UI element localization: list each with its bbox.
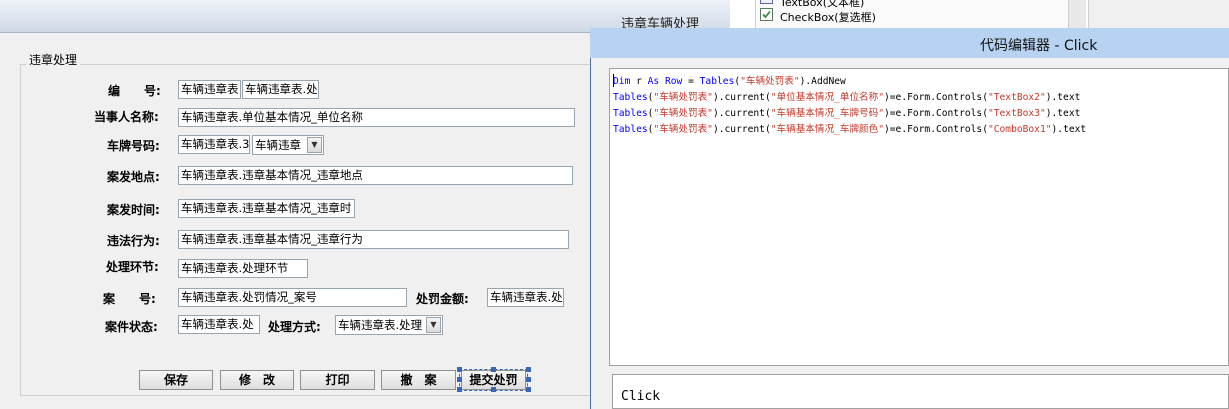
code-token: )=e.Form.Controls( (884, 124, 988, 135)
code-token: "车辆处罚表" (653, 92, 713, 103)
violation-behavior-label: 违法行为: (107, 234, 160, 248)
process-stage-label: 处理环节: (106, 260, 159, 274)
chevron-down-icon[interactable]: ▼ (426, 317, 441, 333)
resize-handle[interactable] (526, 377, 531, 382)
penalty-amount-label: 处罚金额: (416, 292, 469, 306)
code-token: "TextBox2" (987, 92, 1046, 103)
process-method-value: 车辆违章表.处理 (338, 318, 423, 332)
code-token: )=e.Form.Controls( (884, 108, 988, 119)
case-number-textbox[interactable]: 车辆违章表.处罚情况_案号 (178, 288, 407, 307)
cancel-case-button[interactable]: 撤 案 (381, 370, 456, 390)
code-token: ).text (1045, 92, 1081, 103)
code-token: r (630, 76, 648, 87)
chevron-down-icon[interactable]: ▼ (307, 137, 322, 153)
incident-place-label: 案发地点: (107, 170, 160, 184)
toolbox-item-checkbox[interactable]: CheckBox(复选框) (780, 9, 876, 25)
code-token: "车辆处罚表" (653, 108, 713, 119)
code-line: Dim r As Row = Tables("车辆处罚表").AddNew (613, 74, 1086, 90)
code-token: = (682, 76, 700, 87)
code-line: Tables("车辆处罚表").current("车辆基本情况_车牌号码")=e… (613, 106, 1086, 122)
violation-behavior-textbox[interactable]: 车辆违章表.违章基本情况_违章行为 (178, 230, 569, 249)
process-stage-textbox[interactable]: 车辆违章表.处理环节 (178, 259, 308, 278)
code-token: ).text (1045, 108, 1081, 119)
textbox-icon (760, 0, 773, 4)
case-status-textbox[interactable]: 车辆违章表.处 (178, 315, 260, 334)
code-token: ).current( (712, 124, 771, 135)
code-token: "车辆基本情况_车牌颜色" (770, 124, 884, 135)
resize-handle[interactable] (526, 367, 531, 372)
resize-handle[interactable] (491, 387, 496, 392)
code-token: "车辆处罚表" (653, 124, 713, 135)
code-token: "TextBox3" (987, 108, 1046, 119)
code-token: ).text (1051, 124, 1087, 135)
print-button[interactable]: 打印 (300, 370, 375, 390)
code-lines: Dim r As Row = Tables("车辆处罚表").AddNew Tab… (613, 74, 1086, 138)
event-panel[interactable] (612, 374, 1229, 409)
group-box-title: 违章处理 (26, 51, 81, 68)
code-token: Row (665, 76, 683, 87)
editor-titlebar[interactable] (590, 28, 1229, 58)
code-line: Tables("车辆处罚表").current("车辆基本情况_车牌颜色")=e… (613, 122, 1086, 138)
code-token: "ComboBox1" (987, 124, 1052, 135)
case-status-label: 案件状态: (105, 320, 158, 334)
modify-button[interactable]: 修 改 (220, 370, 294, 390)
resize-handle[interactable] (457, 367, 462, 372)
code-line: Tables("车辆处罚表").current("单位基本情况_单位名称")=e… (613, 90, 1086, 106)
code-token: ).AddNew (799, 76, 846, 87)
plate-number-textbox[interactable]: 车辆违章表.3 (178, 135, 250, 154)
party-name-label: 当事人名称: (94, 110, 159, 124)
save-button[interactable]: 保存 (139, 370, 213, 390)
toolbox-scrollbar[interactable] (1068, 0, 1086, 28)
id-textbox-2[interactable]: 车辆违章表.处 (242, 80, 319, 99)
code-token: Tables (613, 108, 648, 119)
plate-color-combobox[interactable]: 车辆违章 ▼ (252, 135, 324, 155)
incident-time-label: 案发时间: (107, 203, 160, 217)
incident-place-textbox[interactable]: 车辆违章表.违章基本情况_违章地点 (178, 166, 573, 185)
editor-title: 代码编辑器 - Click (980, 38, 1098, 54)
event-name: Click (621, 389, 661, 404)
resize-handle[interactable] (526, 387, 531, 392)
party-name-textbox[interactable]: 车辆违章表.单位基本情况_单位名称 (178, 108, 575, 127)
plate-number-label: 车牌号码: (107, 139, 160, 153)
code-token: Tables (613, 124, 648, 135)
code-token: ).current( (712, 92, 771, 103)
code-token: As (647, 76, 660, 87)
incident-time-textbox[interactable]: 车辆违章表.违章基本情况_违章时 (178, 199, 355, 218)
process-method-combobox[interactable]: 车辆违章表.处理 ▼ (335, 315, 443, 335)
resize-handle[interactable] (457, 387, 462, 392)
text-caret (613, 74, 614, 87)
code-token: Tables (613, 92, 648, 103)
side-panel (1088, 0, 1229, 28)
id-textbox[interactable]: 车辆违章表 (178, 80, 241, 99)
resize-handle[interactable] (491, 367, 496, 372)
plate-color-value: 车辆违章 (255, 138, 301, 152)
code-token: "车辆基本情况_车牌号码" (770, 108, 884, 119)
penalty-amount-textbox[interactable]: 车辆违章表.处 (487, 288, 564, 307)
code-token: "车辆处罚表" (740, 76, 800, 87)
code-token: "单位基本情况_单位名称" (770, 92, 884, 103)
checkbox-icon (760, 8, 773, 21)
code-token: Tables (699, 76, 735, 87)
code-token: ).current( (712, 108, 771, 119)
id-label: 编 号: (108, 84, 161, 98)
case-number-label: 案 号: (103, 292, 156, 306)
code-token: )=e.Form.Controls( (884, 92, 988, 103)
process-method-label: 处理方式: (268, 320, 321, 334)
code-token: Dim (613, 76, 631, 87)
resize-handle[interactable] (457, 377, 462, 382)
